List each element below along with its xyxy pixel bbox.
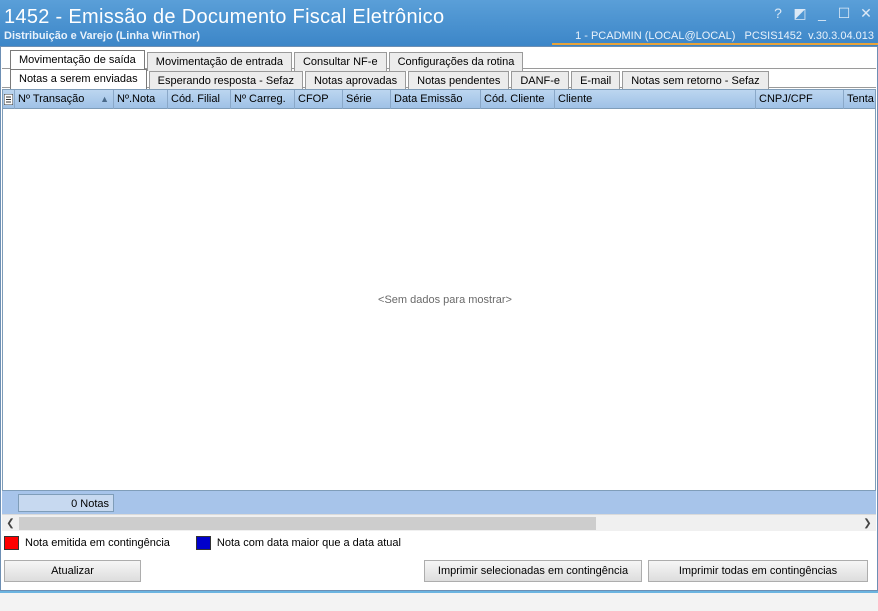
column-header-filial[interactable]: Cód. Filial [168, 90, 231, 109]
scroll-right-icon[interactable]: ❯ [859, 515, 876, 532]
column-chooser-icon[interactable] [3, 90, 15, 109]
grid-header: Nº Transação ▲ Nº.Nota Cód. Filial Nº Ca… [3, 90, 875, 109]
column-label: Nº Transação [18, 93, 85, 105]
legend: Nota emitida em contingência Nota com da… [4, 536, 427, 550]
column-header-cod-cliente[interactable]: Cód. Cliente [481, 90, 555, 109]
grid-footer: 0 Notas [2, 490, 876, 514]
subtab-email[interactable]: E-mail [571, 71, 621, 90]
column-header-tentativas[interactable]: Tenta [844, 90, 874, 109]
print-selected-contingency-button[interactable]: Imprimir selecionadas em contingência [424, 560, 642, 582]
column-header-data-emissao[interactable]: Data Emissão [391, 90, 481, 109]
bottom-strip [0, 591, 878, 611]
scroll-left-icon[interactable]: ❮ [2, 515, 19, 532]
sort-ascending-icon: ▲ [100, 94, 109, 104]
column-header-cnpj[interactable]: CNPJ/CPF [756, 90, 844, 109]
notes-grid[interactable]: Nº Transação ▲ Nº.Nota Cód. Filial Nº Ca… [2, 89, 876, 512]
print-all-contingency-button[interactable]: Imprimir todas em contingências [648, 560, 868, 582]
window-titlebar: 1452 - Emissão de Documento Fiscal Eletr… [0, 0, 878, 46]
horizontal-scrollbar[interactable]: ❮ ❯ [2, 514, 876, 531]
window-controls: ? ◩ _ ☐ ✕ [770, 4, 874, 22]
minimize-icon[interactable]: _ [814, 4, 830, 22]
column-header-cliente[interactable]: Cliente [555, 90, 756, 109]
column-header-carreg[interactable]: Nº Carreg. [231, 90, 295, 109]
restore-layout-icon[interactable]: ◩ [792, 4, 808, 22]
main-tab-strip: Movimentação de saída Movimentação de en… [10, 50, 525, 71]
notes-count: 0 Notas [18, 494, 114, 512]
legend-future-date-label: Nota com data maior que a data atual [216, 537, 401, 549]
accent-line [552, 43, 878, 45]
future-date-color-swatch [195, 536, 211, 550]
subtab-notas-enviadas[interactable]: Notas a serem enviadas [10, 69, 147, 90]
contingency-color-swatch [4, 536, 19, 550]
subtab-notas-aprovadas[interactable]: Notas aprovadas [304, 71, 407, 90]
column-header-serie[interactable]: Série [343, 90, 391, 109]
subtab-esperando-resposta[interactable]: Esperando resposta - Sefaz [148, 71, 303, 90]
window-subtitle: Distribuição e Varejo (Linha WinThor) [4, 30, 201, 42]
user-info: 1 - PCADMIN (LOCAL@LOCAL) PCSIS1452 v.30… [575, 30, 874, 42]
column-header-transacao[interactable]: Nº Transação ▲ [15, 90, 114, 109]
column-header-cfop[interactable]: CFOP [295, 90, 343, 109]
tab-movimentacao-saida[interactable]: Movimentação de saída [10, 50, 145, 71]
column-header-nota[interactable]: Nº.Nota [114, 90, 168, 109]
close-icon[interactable]: ✕ [858, 4, 874, 22]
empty-grid-message: <Sem dados para mostrar> [378, 294, 512, 306]
sub-tab-strip: Notas a serem enviadas Esperando respost… [10, 69, 771, 90]
subtab-notas-pendentes[interactable]: Notas pendentes [408, 71, 510, 90]
window-title: 1452 - Emissão de Documento Fiscal Eletr… [4, 6, 445, 28]
legend-contingency-label: Nota emitida em contingência [25, 537, 170, 549]
help-icon[interactable]: ? [770, 4, 786, 22]
maximize-icon[interactable]: ☐ [836, 4, 852, 22]
subtab-danfe[interactable]: DANF-e [511, 71, 570, 90]
subtab-sem-retorno[interactable]: Notas sem retorno - Sefaz [622, 71, 769, 90]
scrollbar-thumb[interactable] [19, 517, 596, 530]
refresh-button[interactable]: Atualizar [4, 560, 141, 582]
